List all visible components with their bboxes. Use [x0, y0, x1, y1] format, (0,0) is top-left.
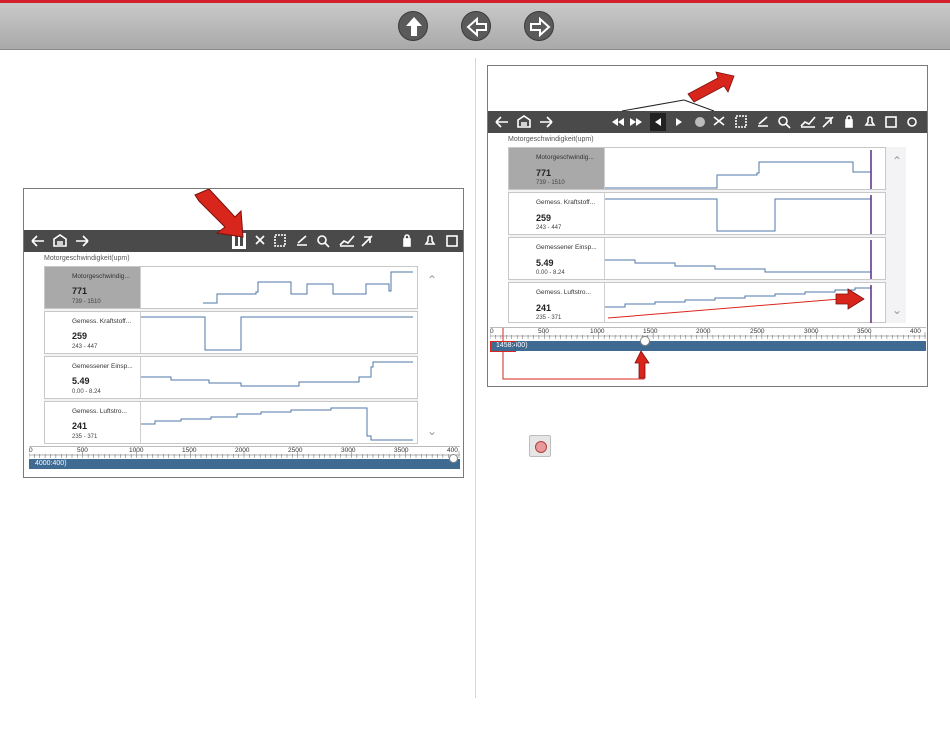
row-value: 5.49: [72, 376, 90, 386]
scroll-down-icon[interactable]: ⌄: [427, 424, 437, 438]
row-value: 771: [72, 286, 88, 296]
top-nav-bar: [0, 0, 950, 50]
row-range: 739 - 1510: [72, 299, 101, 305]
tick-label: 400: [447, 447, 458, 454]
annotation-overlay: [502, 71, 865, 380]
up-arrow-icon[interactable]: [398, 11, 428, 41]
row-name: Motorgeschwindig...: [72, 273, 130, 280]
left-graph-2: [141, 361, 413, 387]
position-label: 4000:400): [35, 460, 67, 467]
left-graph-3: [141, 407, 413, 441]
back-arrow-icon[interactable]: [461, 11, 491, 41]
column-divider: [475, 58, 476, 698]
row-range: 0.00 - 8.24: [72, 389, 101, 395]
tick-label: 3500: [394, 447, 409, 454]
row-name: Gemessener Einsp...: [72, 363, 133, 370]
tick-label: 1000: [129, 447, 144, 454]
tick-label: 500: [77, 447, 88, 454]
tick-label: 2500: [288, 447, 303, 454]
row-range: 243 - 447: [72, 344, 98, 350]
scroll-up-icon[interactable]: ⌃: [427, 273, 437, 287]
left-timeline-handle[interactable]: [449, 454, 458, 463]
left-row-1[interactable]: Gemess. Kraftstoff... 259 243 - 447: [44, 311, 418, 354]
red-arrow-pause: [194, 189, 244, 238]
row-value: 241: [72, 421, 88, 431]
left-timeline-bar[interactable]: 4000:400): [29, 459, 460, 469]
tick-label: 3000: [341, 447, 356, 454]
left-row-2[interactable]: Gemessener Einsp... 5.49 0.00 - 8.24: [44, 356, 418, 399]
left-row-0[interactable]: Motorgeschwindig... 771 739 - 1510: [44, 266, 418, 309]
left-graph-0: [203, 271, 413, 304]
tick-label: 0: [29, 447, 33, 454]
left-subtitle: Motorgeschwindigkeit(upm): [44, 255, 130, 262]
left-row-3[interactable]: Gemess. Luftstro... 241 235 - 371: [44, 401, 418, 444]
left-screenshot: Motorgeschwindigkeit(upm) Motorgeschwind…: [23, 188, 464, 478]
left-graph-1: [141, 316, 413, 351]
left-timeline-scale[interactable]: 0 500 1000 1500 2000 2500 3000 3500 400: [29, 446, 460, 458]
tick-label: 2000: [235, 447, 250, 454]
record-icon: [529, 435, 551, 457]
row-value: 259: [72, 331, 88, 341]
row-range: 235 - 371: [72, 434, 98, 440]
forward-arrow-icon[interactable]: [524, 11, 554, 41]
row-name: Gemess. Kraftstoff...: [72, 318, 132, 325]
right-screenshot: Motorgeschwindigkeit(upm) Motorgeschwind…: [487, 65, 928, 387]
row-name: Gemess. Luftstro...: [72, 408, 127, 415]
tick-label: 1500: [182, 447, 197, 454]
left-data-panel: Motorgeschwindig... 771 739 - 1510 Gemes…: [44, 266, 437, 444]
